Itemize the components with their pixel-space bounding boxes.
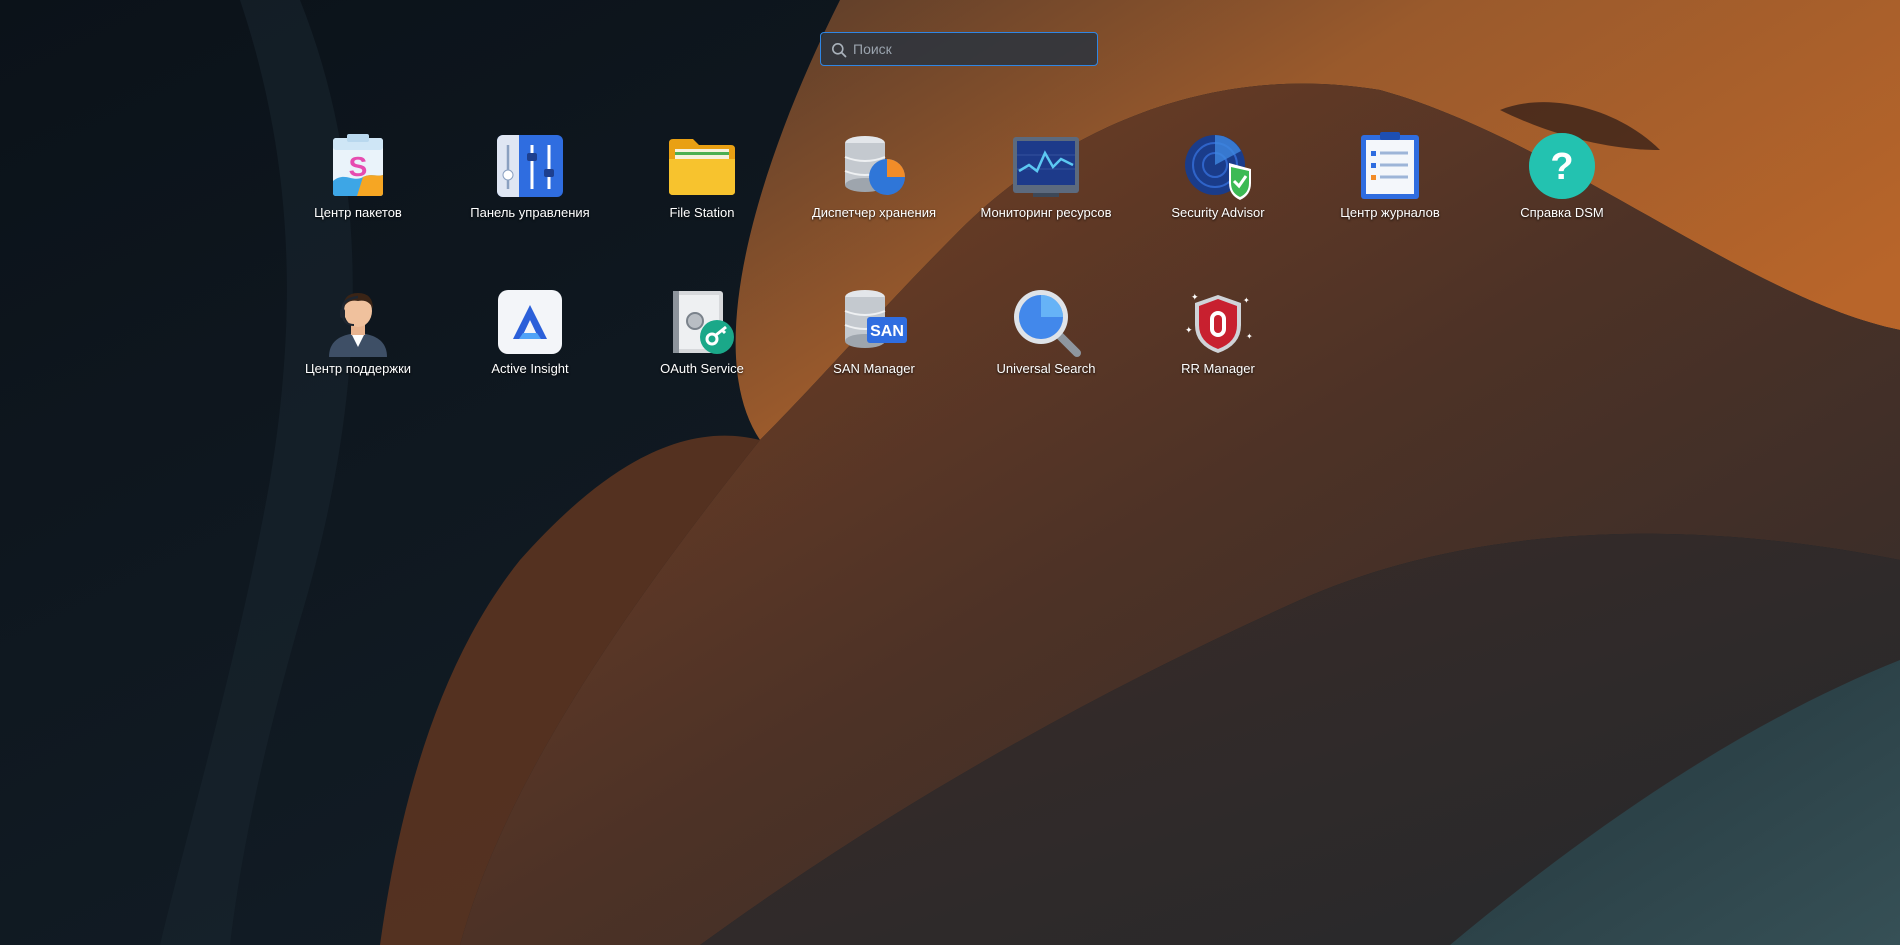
app-label: Мониторинг ресурсов <box>980 205 1112 220</box>
oauth-safe-icon <box>667 287 737 357</box>
universal-search-icon <box>1011 287 1081 357</box>
app-label: Universal Search <box>996 361 1096 376</box>
app-resource-monitor[interactable]: Мониторинг ресурсов <box>971 131 1121 222</box>
app-oauth-service[interactable]: OAuth Service <box>627 287 777 378</box>
search-box[interactable] <box>820 32 1098 66</box>
app-log-center[interactable]: Центр журналов <box>1315 131 1465 222</box>
app-file-station[interactable]: File Station <box>627 131 777 222</box>
svg-text:✦: ✦ <box>1246 332 1253 341</box>
app-label: Справка DSM <box>1520 205 1604 220</box>
app-label: Центр пакетов <box>314 205 402 220</box>
app-label: Центр поддержки <box>304 361 412 376</box>
app-control-panel[interactable]: Панель управления <box>455 131 605 222</box>
control-panel-icon <box>495 131 565 201</box>
app-security-advisor[interactable]: Security Advisor <box>1143 131 1293 222</box>
san-manager-icon: SAN <box>839 287 909 357</box>
app-label: Active Insight <box>491 361 569 376</box>
app-label: Security Advisor <box>1171 205 1265 220</box>
log-center-icon <box>1355 131 1425 201</box>
svg-text:✦: ✦ <box>1191 293 1199 303</box>
app-label: OAuth Service <box>660 361 744 376</box>
support-agent-icon <box>323 287 393 357</box>
app-label: File Station <box>669 205 735 220</box>
svg-text:✦: ✦ <box>1243 296 1250 305</box>
svg-text:✦: ✦ <box>1185 326 1193 336</box>
storage-manager-icon <box>839 131 909 201</box>
search-icon <box>832 43 847 58</box>
svg-text:SAN: SAN <box>870 323 904 340</box>
app-label: Панель управления <box>470 205 590 220</box>
folder-icon <box>667 131 737 201</box>
security-advisor-icon <box>1183 131 1253 201</box>
app-rr-manager[interactable]: ✦ ✦ ✦ ✦ RR Manager <box>1143 287 1293 378</box>
app-universal-search[interactable]: Universal Search <box>971 287 1121 378</box>
app-label: Диспетчер хранения <box>811 205 937 220</box>
app-support-center[interactable]: Центр поддержки <box>283 287 433 378</box>
svg-text:?: ? <box>1550 146 1573 188</box>
resource-monitor-icon <box>1011 131 1081 201</box>
active-insight-icon <box>495 287 565 357</box>
help-icon: ? <box>1527 131 1597 201</box>
app-storage-manager[interactable]: Диспетчер хранения <box>799 131 949 222</box>
app-label: RR Manager <box>1181 361 1255 376</box>
rr-shield-icon: ✦ ✦ ✦ ✦ <box>1183 287 1253 357</box>
package-center-icon: S <box>323 131 393 201</box>
app-active-insight[interactable]: Active Insight <box>455 287 605 378</box>
app-label: SAN Manager <box>833 361 915 376</box>
app-dsm-help[interactable]: ? Справка DSM <box>1487 131 1637 222</box>
app-package-center[interactable]: S Центр пакетов <box>283 131 433 222</box>
app-label: Центр журналов <box>1340 205 1440 220</box>
svg-text:S: S <box>349 151 368 182</box>
app-san-manager[interactable]: SAN SAN Manager <box>799 287 949 378</box>
search-input[interactable] <box>853 33 1089 64</box>
